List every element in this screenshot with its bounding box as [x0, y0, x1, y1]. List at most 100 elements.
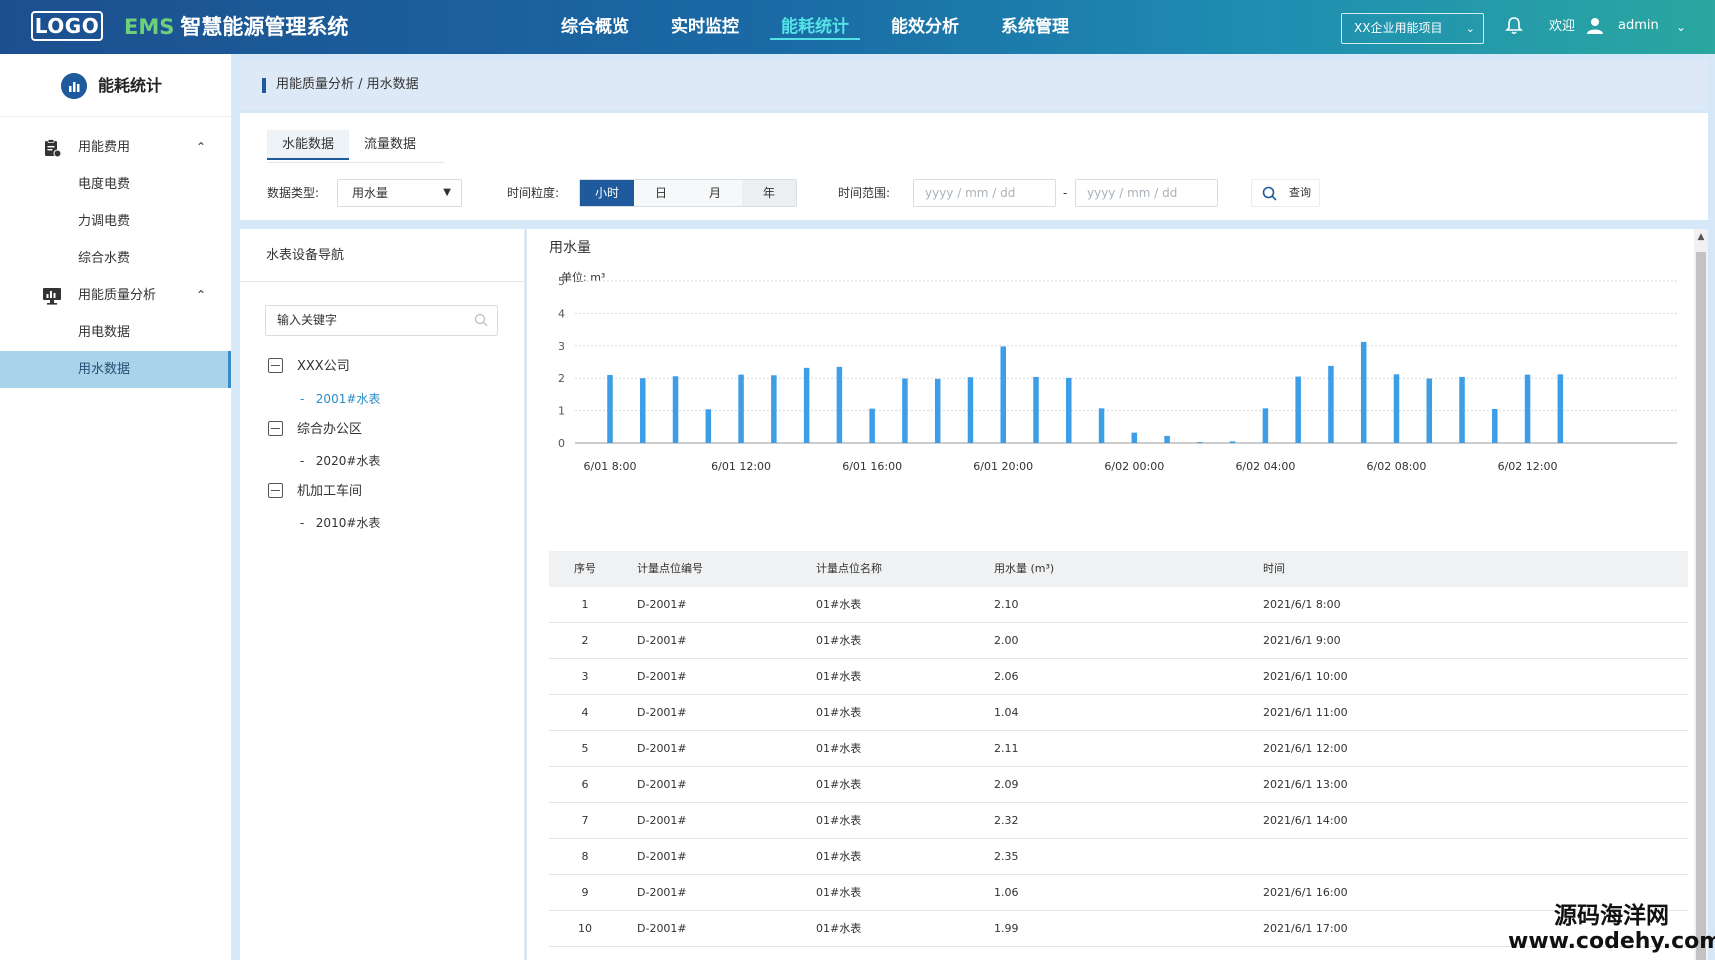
granularity-hour-button[interactable]: 小时: [580, 180, 634, 206]
tab-flow-data[interactable]: 流量数据: [349, 130, 431, 160]
column-header-point-code: 计量点位编号: [637, 562, 703, 575]
chart-bar[interactable]: [1360, 341, 1367, 443]
y-tick-label: 5: [558, 275, 565, 288]
filter-panel: 水能数据 流量数据 数据类型: 用水量 ▼ 时间粒度: 小时 日 月 年 时间范…: [240, 113, 1708, 220]
tree-leaf-meter-2010[interactable]: - 2010#水表: [300, 512, 380, 534]
user-menu-chevron-icon[interactable]: ⌄: [1676, 17, 1686, 37]
cell-point-name: 01#水表: [816, 922, 862, 935]
chart-bar[interactable]: [705, 409, 712, 443]
chart-bar[interactable]: [738, 374, 744, 443]
chart-bar[interactable]: [836, 366, 843, 443]
nav-system-admin[interactable]: 系统管理: [980, 0, 1090, 54]
chart-bar[interactable]: [1459, 376, 1465, 443]
x-tick-label: 6/01 20:00: [973, 460, 1033, 473]
chart-bar[interactable]: [1131, 432, 1138, 443]
column-header-time: 时间: [1263, 562, 1285, 575]
breadcrumb-text: 用能质量分析 / 用水数据: [276, 77, 419, 92]
granularity-month-button[interactable]: 月: [688, 180, 742, 206]
granularity-year-button[interactable]: 年: [742, 180, 796, 206]
chart-bar[interactable]: [934, 378, 941, 443]
scroll-up-arrow-icon[interactable]: ▲: [1694, 229, 1708, 245]
chart-bar[interactable]: [1033, 376, 1039, 443]
granularity-day-button[interactable]: 日: [634, 180, 688, 206]
welcome-text: 欢迎: [1549, 19, 1576, 34]
cell-point-name: 01#水表: [816, 742, 862, 755]
tree-leaf-meter-2001[interactable]: - 2001#水表: [300, 388, 380, 410]
cell-time: 2021/6/1 9:00: [1263, 634, 1341, 647]
sidebar-group-quality-analysis[interactable]: 用能质量分析 ⌃: [0, 277, 231, 314]
query-button[interactable]: 查询: [1251, 179, 1320, 207]
project-select[interactable]: XX企业用能项目 ⌄: [1341, 13, 1484, 44]
cell-time: 2021/6/1 8:00: [1263, 598, 1341, 611]
y-tick-label: 2: [558, 372, 565, 385]
tree-search-input[interactable]: 输入关键字: [265, 305, 498, 336]
tab-water-energy[interactable]: 水能数据: [267, 130, 350, 160]
chart-bar[interactable]: [869, 408, 875, 443]
x-tick-label: 6/02 12:00: [1498, 460, 1558, 473]
end-date-input[interactable]: yyyy / mm / dd: [1075, 179, 1218, 207]
collapse-icon[interactable]: [268, 358, 283, 373]
tree-node-company[interactable]: XXX公司: [268, 356, 350, 378]
chart-bar[interactable]: [1098, 408, 1105, 443]
chart-bar[interactable]: [1066, 377, 1072, 443]
data-type-label: 数据类型:: [267, 186, 320, 200]
sidebar-group-energy-cost[interactable]: 用能费用 ⌃: [0, 129, 231, 166]
chart-bar[interactable]: [640, 378, 646, 443]
tree-node-label: 综合办公区: [297, 422, 363, 437]
chart-bar[interactable]: [1197, 442, 1203, 443]
start-date-input[interactable]: yyyy / mm / dd: [913, 179, 1056, 207]
table-header-row: 序号 计量点位编号 计量点位名称 用水量 (m³) 时间: [549, 551, 1688, 587]
tree-node-machining-workshop[interactable]: 机加工车间: [268, 481, 362, 503]
chart-bar[interactable]: [1492, 408, 1498, 443]
tree-leaf-dash: -: [300, 392, 305, 406]
cell-point-name: 01#水表: [816, 598, 862, 611]
nav-overview[interactable]: 综合概览: [540, 0, 650, 54]
tree-node-label: XXX公司: [297, 359, 350, 374]
chart-bar[interactable]: [1229, 441, 1236, 443]
chart-bar[interactable]: [803, 367, 810, 443]
tree-leaf-meter-2020[interactable]: - 2020#水表: [300, 450, 380, 472]
collapse-icon[interactable]: [268, 421, 283, 436]
data-type-select[interactable]: 用水量 ▼: [337, 179, 462, 207]
cell-point-code: D-2001#: [637, 670, 687, 683]
notification-bell-icon[interactable]: [1504, 16, 1524, 36]
chart-bar[interactable]: [1328, 365, 1334, 443]
project-select-value: XX企业用能项目: [1354, 21, 1443, 35]
sidebar-item-power-factor-fee[interactable]: 力调电费: [0, 203, 231, 240]
tree-leaf-dash: -: [300, 516, 305, 530]
chart-bar[interactable]: [1295, 376, 1301, 443]
nav-realtime-monitor[interactable]: 实时监控: [650, 0, 760, 54]
tree-leaf-label: 2010#水表: [315, 516, 381, 530]
chart-bar[interactable]: [1262, 408, 1269, 443]
cell-time: 2021/6/1 11:00: [1263, 706, 1348, 719]
chart-bar[interactable]: [1524, 374, 1531, 443]
chart-bar[interactable]: [1426, 378, 1433, 443]
nav-energy-stats[interactable]: 能耗统计: [760, 0, 870, 54]
chart-bar[interactable]: [771, 375, 777, 443]
cell-point-name: 01#水表: [816, 850, 862, 863]
cell-index: 8: [581, 850, 589, 863]
sidebar-item-electricity-fee[interactable]: 电度电费: [0, 166, 231, 203]
chart-bar[interactable]: [1164, 435, 1170, 443]
collapse-icon[interactable]: [268, 483, 283, 498]
chart-bar[interactable]: [672, 376, 679, 443]
chart-bar[interactable]: [967, 377, 974, 443]
chart-bar[interactable]: [1000, 346, 1006, 443]
granularity-label: 时间粒度:: [507, 186, 560, 200]
cell-time: 2021/6/1 13:00: [1263, 778, 1348, 791]
water-usage-bar-chart: 0 1 2 3 4 5 6/01 8:00 6/01 12:00 6/01 16:00 6/01 …: [558, 275, 1677, 473]
nav-efficiency-analysis[interactable]: 能效分析: [870, 0, 980, 54]
chart-bar[interactable]: [1557, 374, 1564, 443]
user-name[interactable]: admin: [1618, 16, 1659, 36]
x-tick-label: 6/01 16:00: [842, 460, 902, 473]
tree-node-office-area[interactable]: 综合办公区: [268, 419, 362, 441]
chart-bar[interactable]: [1393, 374, 1400, 443]
cell-time: 2021/6/1 12:00: [1263, 742, 1348, 755]
chart-bar[interactable]: [902, 378, 908, 443]
sidebar-header: 能耗统计: [0, 54, 231, 117]
chart-bar[interactable]: [607, 374, 613, 443]
scrollbar-thumb[interactable]: [1696, 252, 1706, 960]
sidebar-item-electricity-data[interactable]: 用电数据: [0, 314, 231, 351]
sidebar-item-water-fee[interactable]: 综合水费: [0, 240, 231, 277]
sidebar-item-water-data[interactable]: 用水数据: [0, 351, 231, 388]
